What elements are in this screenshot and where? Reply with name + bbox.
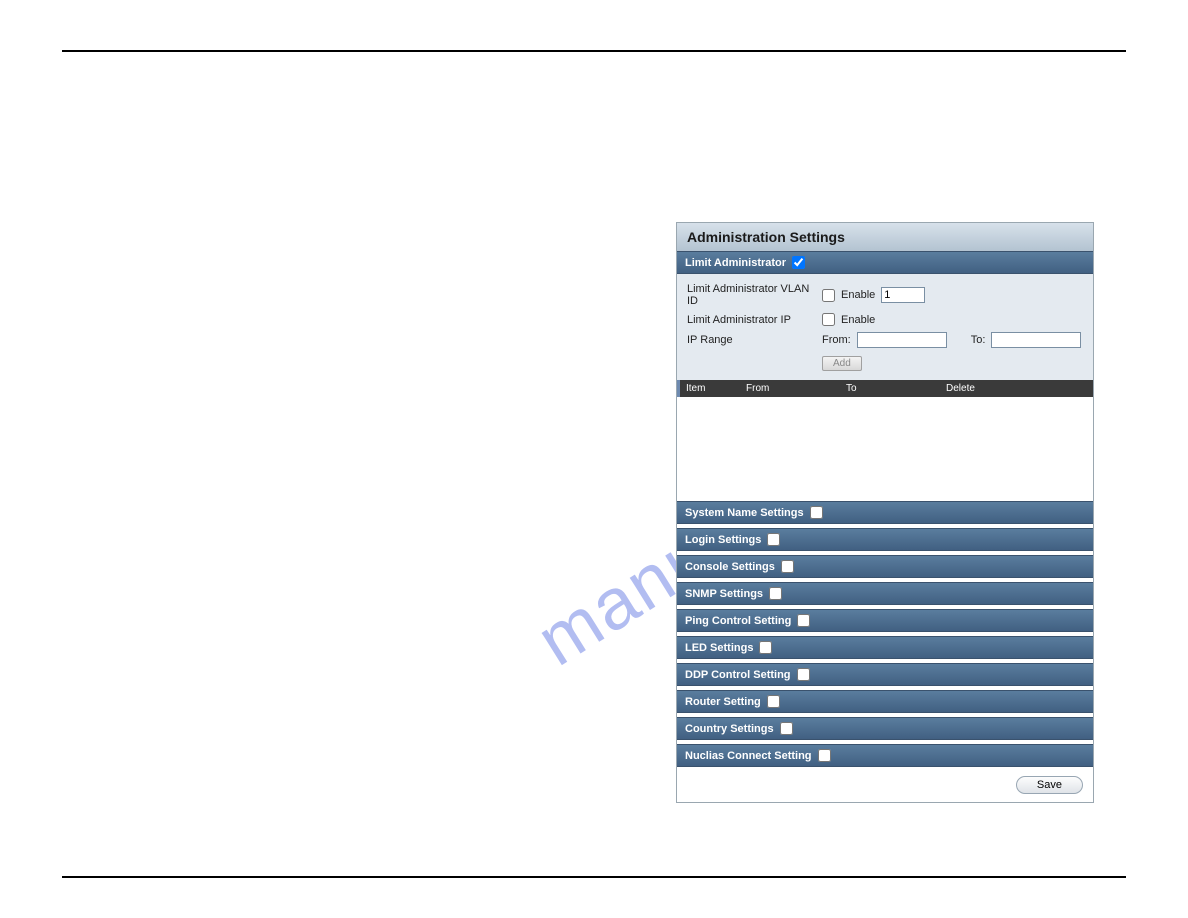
section-checkbox[interactable] bbox=[818, 749, 831, 762]
vlan-enable-label: Enable bbox=[841, 289, 875, 301]
ip-row: Limit Administrator IP Enable bbox=[687, 310, 1083, 329]
section-label: SNMP Settings bbox=[685, 588, 763, 600]
section-login[interactable]: Login Settings bbox=[677, 528, 1093, 551]
section-label: Nuclias Connect Setting bbox=[685, 750, 812, 762]
panel-title: Administration Settings bbox=[677, 223, 1093, 251]
section-ping[interactable]: Ping Control Setting bbox=[677, 609, 1093, 632]
section-checkbox[interactable] bbox=[781, 560, 794, 573]
range-row: IP Range From: To: bbox=[687, 329, 1083, 351]
section-checkbox[interactable] bbox=[769, 587, 782, 600]
section-checkbox[interactable] bbox=[797, 668, 810, 681]
section-console[interactable]: Console Settings bbox=[677, 555, 1093, 578]
section-checkbox[interactable] bbox=[780, 722, 793, 735]
ip-enable-checkbox[interactable] bbox=[822, 313, 835, 326]
vlan-label: Limit Administrator VLAN ID bbox=[687, 283, 822, 307]
ip-table-header: Item From To Delete bbox=[677, 380, 1093, 397]
section-label: Ping Control Setting bbox=[685, 615, 791, 627]
section-checkbox[interactable] bbox=[810, 506, 823, 519]
ip-label: Limit Administrator IP bbox=[687, 314, 822, 326]
th-delete: Delete bbox=[946, 383, 1006, 394]
section-label: Country Settings bbox=[685, 723, 774, 735]
vlan-row: Limit Administrator VLAN ID Enable bbox=[687, 280, 1083, 310]
limit-admin-checkbox[interactable] bbox=[792, 256, 805, 269]
th-to: To bbox=[846, 383, 946, 394]
section-country[interactable]: Country Settings bbox=[677, 717, 1093, 740]
section-ddp[interactable]: DDP Control Setting bbox=[677, 663, 1093, 686]
section-checkbox[interactable] bbox=[759, 641, 772, 654]
section-label: Console Settings bbox=[685, 561, 775, 573]
range-label: IP Range bbox=[687, 334, 822, 346]
section-label: Router Setting bbox=[685, 696, 761, 708]
ip-enable-label: Enable bbox=[841, 314, 875, 326]
section-checkbox[interactable] bbox=[767, 695, 780, 708]
to-input[interactable] bbox=[991, 332, 1081, 348]
th-item: Item bbox=[686, 383, 746, 394]
section-router[interactable]: Router Setting bbox=[677, 690, 1093, 713]
section-label: System Name Settings bbox=[685, 507, 804, 519]
limit-admin-body: Limit Administrator VLAN ID Enable Limit… bbox=[677, 274, 1093, 380]
section-label: Login Settings bbox=[685, 534, 761, 546]
ip-table-body bbox=[677, 397, 1093, 497]
section-label: DDP Control Setting bbox=[685, 669, 791, 681]
top-divider bbox=[62, 50, 1126, 52]
section-checkbox[interactable] bbox=[767, 533, 780, 546]
limit-admin-label: Limit Administrator bbox=[685, 257, 786, 269]
panel-footer: Save bbox=[677, 767, 1093, 802]
to-label: To: bbox=[971, 334, 986, 346]
section-label: LED Settings bbox=[685, 642, 753, 654]
bottom-divider bbox=[62, 876, 1126, 878]
section-led[interactable]: LED Settings bbox=[677, 636, 1093, 659]
section-nuclias[interactable]: Nuclias Connect Setting bbox=[677, 744, 1093, 767]
section-checkbox[interactable] bbox=[797, 614, 810, 627]
save-button[interactable]: Save bbox=[1016, 776, 1083, 794]
admin-settings-panel: Administration Settings Limit Administra… bbox=[676, 222, 1094, 803]
from-label: From: bbox=[822, 334, 851, 346]
from-input[interactable] bbox=[857, 332, 947, 348]
limit-admin-header[interactable]: Limit Administrator bbox=[677, 251, 1093, 274]
vlan-input[interactable] bbox=[881, 287, 925, 303]
vlan-enable-checkbox[interactable] bbox=[822, 289, 835, 302]
add-row: Add bbox=[687, 351, 1083, 374]
section-system-name[interactable]: System Name Settings bbox=[677, 501, 1093, 524]
th-from: From bbox=[746, 383, 846, 394]
section-snmp[interactable]: SNMP Settings bbox=[677, 582, 1093, 605]
add-button[interactable]: Add bbox=[822, 356, 862, 371]
